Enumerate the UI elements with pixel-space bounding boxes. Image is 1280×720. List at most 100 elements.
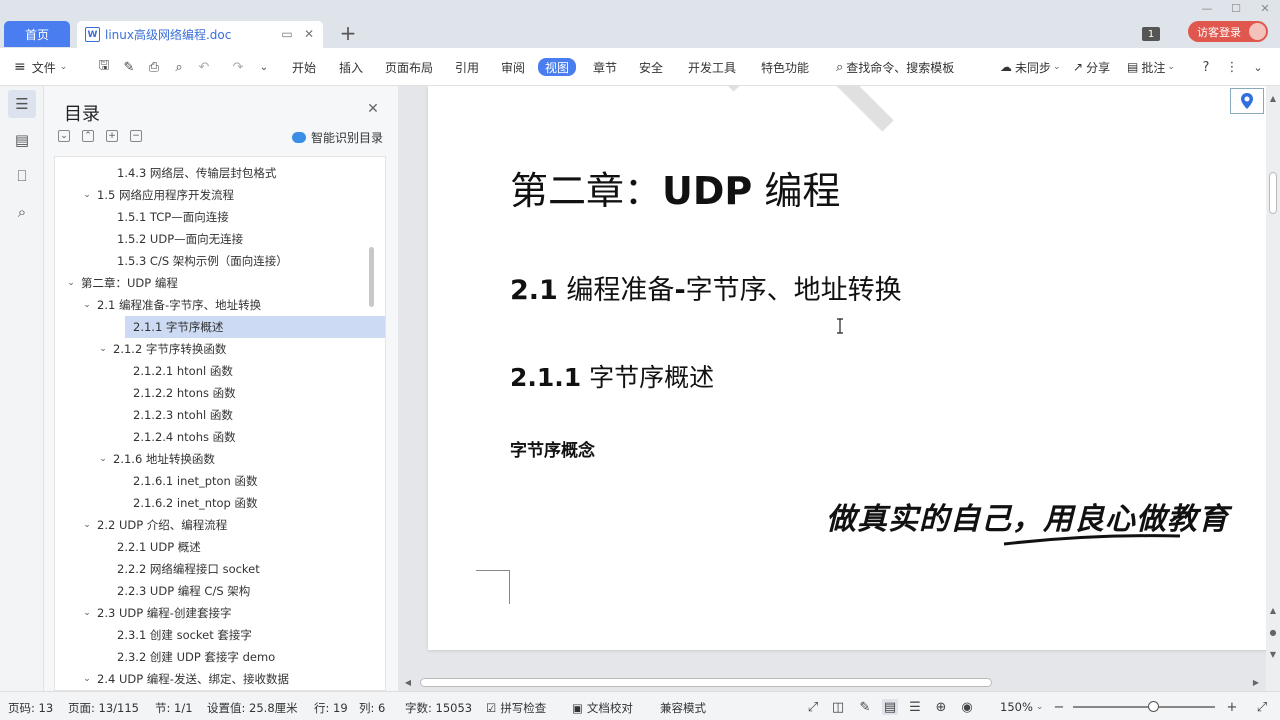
zoom-in-icon[interactable]: + bbox=[1224, 699, 1240, 715]
tab-insert[interactable]: 插入 bbox=[339, 58, 363, 76]
chevron-down-icon[interactable]: ⌄ bbox=[81, 674, 93, 684]
toc-item[interactable]: ⌄ 2.3 UDP 编程-创建套接字 bbox=[81, 602, 231, 624]
remove-heading-icon[interactable]: − bbox=[130, 130, 142, 142]
horizontal-scroll-thumb[interactable] bbox=[420, 678, 992, 687]
tab-view[interactable]: 视图 bbox=[538, 58, 577, 76]
tab-security[interactable]: 安全 bbox=[639, 58, 663, 76]
toc-item[interactable]: 2.3.2 创建 UDP 套接字 demo bbox=[97, 646, 275, 668]
scroll-select-icon[interactable]: ● bbox=[1268, 626, 1278, 638]
toc-item[interactable]: ⌄ 2.2 UDP 介绍、编程流程 bbox=[81, 514, 227, 536]
toc-item-selected[interactable]: 2.1.1 字节序概述 bbox=[125, 316, 385, 338]
zoom-out-icon[interactable]: − bbox=[1051, 699, 1067, 715]
share-button[interactable]: ↗ 分享 bbox=[1073, 58, 1110, 76]
command-search[interactable]: ⌕ 查找命令、搜索模板 bbox=[836, 58, 954, 76]
pages-icon[interactable]: ▤ bbox=[8, 126, 36, 154]
status-column[interactable]: 列: 6 bbox=[359, 700, 385, 716]
bookmark-icon[interactable]: ⎕ bbox=[8, 162, 36, 190]
zoom-slider[interactable] bbox=[1073, 706, 1215, 708]
toc-item[interactable]: 1.4.3 网络层、传输层封包格式 bbox=[97, 162, 276, 184]
status-section[interactable]: 节: 1/1 bbox=[155, 700, 193, 716]
toc-item[interactable]: ⌄ 2.1.2 字节序转换函数 bbox=[97, 338, 226, 360]
status-page-number[interactable]: 页码: 13 bbox=[8, 700, 53, 716]
write-mode-icon[interactable]: ✎ bbox=[857, 699, 873, 715]
outline-view-icon[interactable]: ☰ bbox=[907, 699, 923, 715]
window-count-badge[interactable]: 1 bbox=[1142, 27, 1160, 41]
vertical-scroll-thumb[interactable] bbox=[1269, 172, 1277, 214]
tab-home[interactable]: 首页 bbox=[4, 21, 70, 47]
toc-item[interactable]: ⌄ 1.5 网络应用程序开发流程 bbox=[81, 184, 234, 206]
tab-home-ribbon[interactable]: 开始 bbox=[292, 58, 316, 76]
reading-mode-icon[interactable]: ◫ bbox=[830, 699, 846, 715]
toc-item[interactable]: ⌄ 第二章：UDP 编程 bbox=[65, 272, 178, 294]
toc-item[interactable]: 2.1.2.2 htons 函数 bbox=[113, 382, 236, 404]
tab-document[interactable]: W linux高级网络编程.doc ▭ ✕ bbox=[77, 21, 323, 48]
scroll-right-icon[interactable]: ▶ bbox=[1250, 677, 1262, 688]
toc-item[interactable]: 2.3.1 创建 socket 套接字 bbox=[97, 624, 252, 646]
status-word-count[interactable]: 字数: 15053 bbox=[405, 700, 472, 716]
chevron-down-icon[interactable]: ⌄ bbox=[65, 278, 77, 288]
quick-access-more-icon[interactable]: ⌄ bbox=[256, 59, 272, 75]
eye-protection-icon[interactable]: ◉ bbox=[959, 699, 975, 715]
toc-item[interactable]: 2.2.1 UDP 概述 bbox=[97, 536, 201, 558]
close-window-icon[interactable]: ✕ bbox=[1258, 2, 1272, 15]
toc-item[interactable]: 1.5.2 UDP—面向无连接 bbox=[97, 228, 243, 250]
tab-page-layout[interactable]: 页面布局 bbox=[385, 58, 433, 76]
comment-button[interactable]: ▤ 批注 ⌄ bbox=[1127, 58, 1175, 76]
maximize-icon[interactable]: ☐ bbox=[1229, 2, 1243, 15]
scroll-up-page-icon[interactable]: ▲ bbox=[1268, 604, 1278, 616]
web-view-icon[interactable]: ⊕ bbox=[933, 699, 949, 715]
format-painter-icon[interactable]: ✎ bbox=[121, 59, 137, 75]
print-preview-icon[interactable]: ⌕ bbox=[171, 59, 187, 75]
save-icon[interactable]: 🖫 bbox=[96, 58, 112, 75]
toc-item[interactable]: 2.1.2.4 ntohs 函数 bbox=[113, 426, 236, 448]
horizontal-scrollbar[interactable]: ◀ ▶ bbox=[398, 674, 1266, 691]
chevron-down-icon[interactable]: ⌄ bbox=[81, 190, 93, 200]
toc-item[interactable]: 2.1.2.3 ntohl 函数 bbox=[113, 404, 233, 426]
sync-button[interactable]: ☁ 未同步 ⌄ bbox=[1000, 58, 1061, 76]
print-icon[interactable]: ⎙ bbox=[146, 59, 162, 75]
spellcheck-button[interactable]: ☑ 拼写检查 bbox=[486, 700, 546, 716]
scroll-down-page-icon[interactable]: ▼ bbox=[1268, 648, 1278, 660]
more-options-icon[interactable]: ⋮ bbox=[1224, 59, 1240, 75]
redo-icon[interactable]: ↷ bbox=[230, 59, 246, 75]
toc-item[interactable]: 1.5.3 C/S 架构示例（面向连接） bbox=[97, 250, 288, 272]
toc-item[interactable]: ⌄ 2.1.6 地址转换函数 bbox=[97, 448, 215, 470]
toc-scrollbar[interactable] bbox=[369, 247, 374, 307]
page-view-icon[interactable]: ▤ bbox=[882, 699, 898, 715]
collapse-ribbon-icon[interactable]: ⌄ bbox=[1250, 59, 1266, 75]
tab-references[interactable]: 引用 bbox=[455, 58, 479, 76]
toc-item[interactable]: ⌄ 2.1 编程准备-字节序、地址转换 bbox=[81, 294, 261, 316]
status-pages[interactable]: 页面: 13/115 bbox=[68, 700, 139, 716]
smart-toc-button[interactable]: 智能识别目录 bbox=[292, 129, 383, 146]
chevron-down-icon[interactable]: ⌄ bbox=[81, 520, 93, 530]
zoom-slider-handle[interactable] bbox=[1148, 701, 1159, 712]
tab-features[interactable]: 特色功能 bbox=[761, 58, 809, 76]
toc-item[interactable]: 2.2.3 UDP 编程 C/S 架构 bbox=[97, 580, 250, 602]
status-setting-value[interactable]: 设置值: 25.8厘米 bbox=[207, 700, 298, 716]
fit-width-icon[interactable]: ⤢ bbox=[1254, 699, 1270, 715]
toc-item[interactable]: 2.1.6.1 inet_pton 函数 bbox=[113, 470, 258, 492]
vertical-scrollbar[interactable]: ▲ ▲ ● ▼ bbox=[1266, 86, 1280, 691]
minimize-icon[interactable]: — bbox=[1200, 2, 1214, 15]
restore-window-icon[interactable]: ▭ bbox=[280, 27, 294, 41]
toc-item[interactable]: 2.2.2 网络编程接口 socket bbox=[97, 558, 260, 580]
chevron-down-icon[interactable]: ⌄ bbox=[81, 300, 93, 310]
chevron-down-icon[interactable]: ⌄ bbox=[97, 344, 109, 354]
toc-item[interactable]: 2.1.2.1 htonl 函数 bbox=[113, 360, 233, 382]
chevron-down-icon[interactable]: ⌄ bbox=[81, 608, 93, 618]
new-tab-button[interactable]: + bbox=[338, 21, 358, 45]
find-icon[interactable]: ⌕ bbox=[8, 198, 36, 226]
toc-item[interactable]: 1.5.1 TCP—面向连接 bbox=[97, 206, 229, 228]
document-page[interactable]: 第二章：UDP 编程 2.1 编程准备-字节序、地址转换 2.1.1 字节序概述… bbox=[428, 86, 1268, 650]
toc-list-icon[interactable]: ☰ bbox=[8, 90, 36, 118]
file-menu-button[interactable]: ≡ 文件 ⌄ bbox=[14, 58, 67, 76]
proofread-button[interactable]: ▣ 文档校对 bbox=[572, 700, 633, 716]
add-heading-icon[interactable]: + bbox=[106, 130, 118, 142]
collapse-all-icon[interactable]: ⌄ bbox=[58, 130, 70, 142]
scroll-up-icon[interactable]: ▲ bbox=[1268, 92, 1278, 104]
chevron-down-icon[interactable]: ⌄ bbox=[97, 454, 109, 464]
toc-item[interactable]: ⌄ 2.4 UDP 编程-发送、绑定、接收数据 bbox=[81, 668, 289, 690]
toc-item[interactable]: 2.1.6.2 inet_ntop 函数 bbox=[113, 492, 258, 514]
guest-login-button[interactable]: 访客登录 bbox=[1188, 21, 1268, 42]
tab-review[interactable]: 审阅 bbox=[501, 58, 525, 76]
